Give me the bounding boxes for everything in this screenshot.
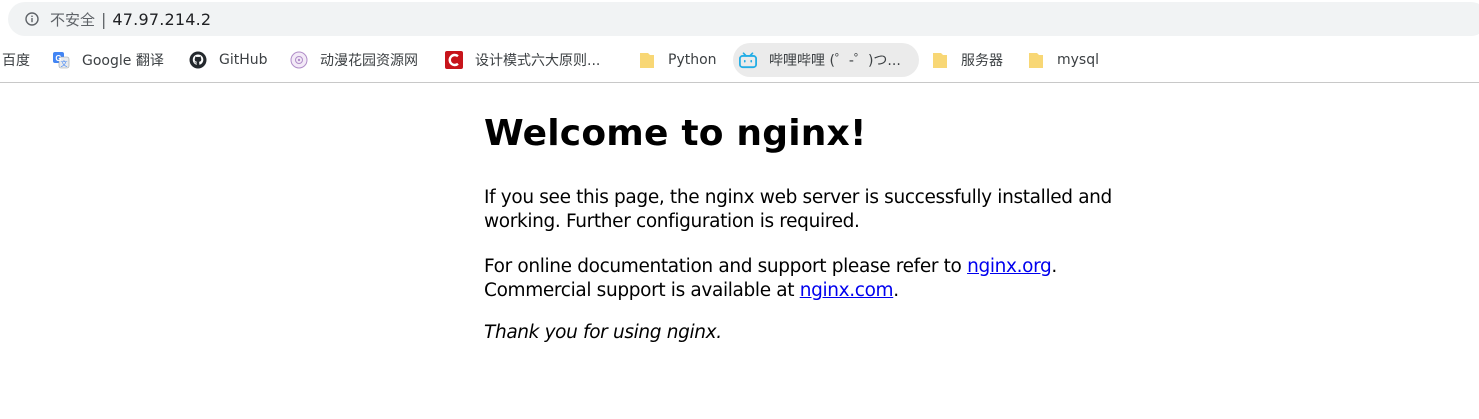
intro-line-2: working. Further configuration is requir… [484,211,860,232]
security-label[interactable]: 不安全 [50,9,95,30]
svg-text:文: 文 [61,59,68,68]
github-icon [189,51,207,69]
support-period-1: . [1051,256,1057,277]
omnibox[interactable]: 不安全 | 47.97.214.2 [8,2,1479,36]
bookmark-bilibili[interactable]: 哔哩哔哩 (゜-゜)つ... [733,43,919,77]
support-paragraph: For online documentation and support ple… [484,255,1057,303]
address-separator: | [101,9,107,29]
bookmark-label: 哔哩哔哩 (゜-゜)つ... [769,53,901,69]
csdn-icon [445,51,463,69]
page-title: Welcome to nginx! [484,113,867,154]
bookmark-label: Python [668,52,717,68]
bookmark-github[interactable]: GitHub [189,43,268,77]
dmhy-icon [290,51,308,69]
bookmark-label: 设计模式六大原则... [475,53,601,69]
address-row: 不安全 | 47.97.214.2 [0,0,1479,40]
folder-icon [638,51,656,69]
bookmark-folder-server[interactable]: 服务器 [931,43,1003,77]
bookmark-label: GitHub [219,52,268,68]
bookmark-dmhy[interactable]: 动漫花园资源网 [290,43,418,77]
bookmark-label: 动漫花园资源网 [320,53,418,69]
support-text-2: Commercial support is available at [484,280,800,301]
info-icon[interactable] [25,12,39,26]
intro-paragraph: If you see this page, the nginx web serv… [484,186,1112,234]
support-period-2: . [893,280,899,301]
nginx-com-link[interactable]: nginx.com [800,280,894,301]
bookmark-label: 百度 [2,53,30,69]
url-text[interactable]: 47.97.214.2 [112,10,211,29]
nginx-org-link[interactable]: nginx.org [967,256,1052,277]
bookmark-label: mysql [1057,52,1099,68]
folder-icon [1027,51,1045,69]
page-viewport: Welcome to nginx! If you see this page, … [0,83,1479,419]
bookmark-label: Google 翻译 [82,53,164,69]
bookmark-csdn[interactable]: 设计模式六大原则... [445,43,600,77]
bookmark-folder-python[interactable]: Python [638,43,717,77]
bookmark-baidu[interactable]: 百度 [2,43,30,77]
browser-chrome: 不安全 | 47.97.214.2 百度 G 文 Google 翻译 GitHu… [0,0,1479,83]
bookmarks-bar: 百度 G 文 Google 翻译 GitHub 动漫花园资源网 设计模式六大原则… [0,42,1479,80]
google-translate-icon: G 文 [52,51,70,69]
bookmark-google-translate[interactable]: G 文 Google 翻译 [52,43,164,77]
bookmark-folder-mysql[interactable]: mysql [1027,43,1099,77]
thanks-paragraph: Thank you for using nginx. [484,322,722,343]
bookmark-label: 服务器 [961,53,1003,69]
bilibili-icon [739,51,757,69]
intro-line-1: If you see this page, the nginx web serv… [484,187,1112,208]
folder-icon [931,51,949,69]
support-text-1: For online documentation and support ple… [484,256,968,277]
